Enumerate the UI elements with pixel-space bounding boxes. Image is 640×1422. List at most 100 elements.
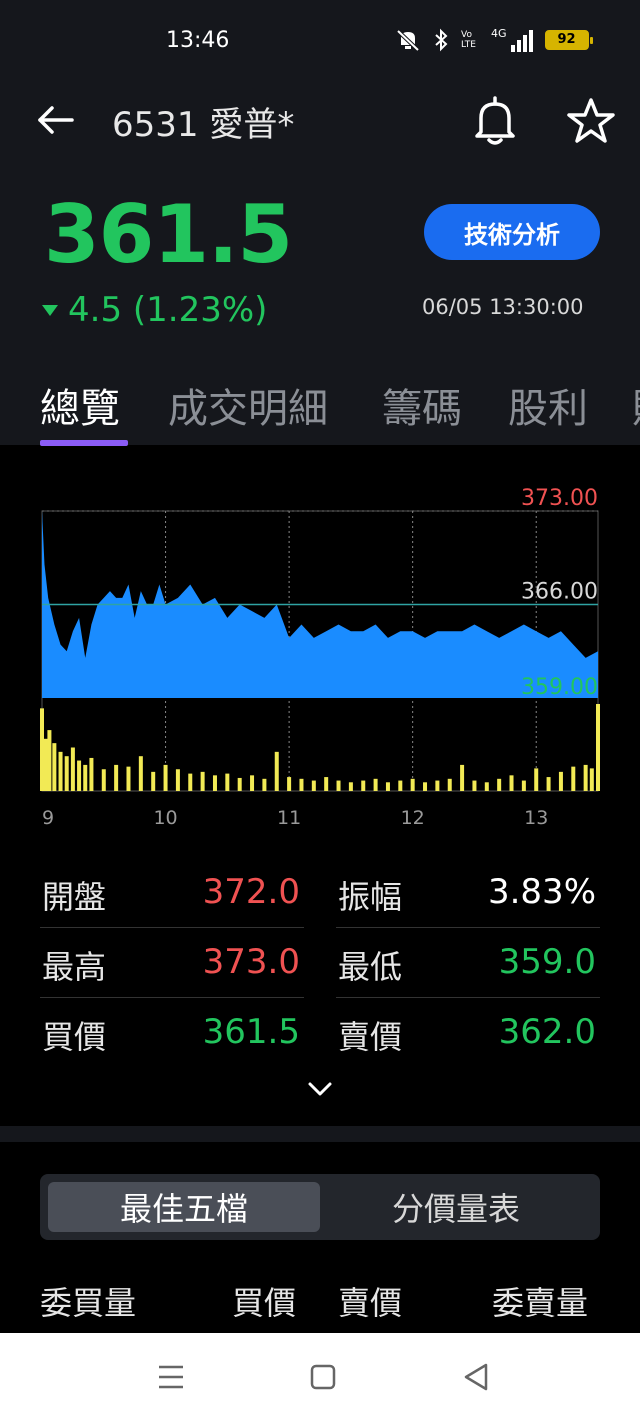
volume-bar [571, 766, 576, 791]
volume-bar [423, 782, 428, 791]
volume-bar [596, 704, 600, 791]
volume-bar [40, 708, 44, 791]
price-change-text: 4.5 (1.23%) [68, 290, 268, 330]
x-tick-label: 11 [277, 807, 301, 829]
volume-bar [287, 777, 292, 791]
volume-bar [188, 773, 193, 791]
volume-bar [126, 766, 131, 791]
volume-bar [410, 778, 415, 791]
volume-bar [83, 764, 88, 791]
volume-bar [212, 775, 217, 791]
volume-bar [200, 771, 205, 791]
technical-analysis-button[interactable]: 技術分析 [424, 204, 600, 260]
volume-bar [151, 771, 156, 791]
stat-value: 362.0 [498, 1012, 596, 1052]
volume-bar [114, 764, 119, 791]
back-triangle-icon[interactable] [460, 1357, 490, 1397]
volume-bar [589, 768, 594, 791]
intraday-chart[interactable]: 373.00 366.00 359.00 9 10 11 12 13 [0, 446, 640, 836]
volume-bar [225, 773, 230, 791]
volume-bar [324, 777, 329, 791]
stat-bid: 買價 361.5 [40, 1000, 304, 1068]
tab-overview[interactable]: 總覽 [40, 376, 120, 434]
volume-bar [250, 775, 255, 791]
volume-bar [435, 780, 440, 791]
system-nav-bar [0, 1333, 640, 1422]
current-price: 361.5 [44, 188, 293, 281]
volume-bar [484, 782, 489, 791]
volume-bar [237, 777, 242, 791]
volume-bar [509, 775, 514, 791]
volume-bar [558, 771, 563, 791]
tab-chips[interactable]: 籌碼 [382, 376, 462, 434]
volume-bar [497, 778, 502, 791]
home-square-icon[interactable] [308, 1357, 338, 1397]
volume-bar [70, 747, 75, 791]
quote-timestamp: 06/05 13:30:00 [422, 295, 584, 319]
volume-bar [311, 780, 316, 791]
x-tick-label: 12 [401, 807, 425, 829]
volume-bar [534, 768, 539, 791]
volume-bars [40, 704, 600, 791]
stat-label: 振幅 [338, 878, 403, 916]
volume-bar [175, 769, 180, 791]
header-ask-volume: 委賣量 [492, 1284, 589, 1322]
network-type-label: 4G [491, 27, 507, 40]
volume-bar [373, 778, 378, 791]
intraday-chart-svg: 373.00 366.00 359.00 9 10 11 12 13 [40, 486, 600, 829]
signal-bar-3 [522, 35, 527, 52]
status-icons: Vo LTE 4G 92 [395, 27, 593, 52]
stat-amplitude: 振幅 3.83% [336, 860, 600, 928]
x-tick-label: 9 [42, 807, 54, 829]
volume-bar [262, 778, 267, 791]
volume-bar [348, 782, 353, 791]
x-tick-label: 10 [153, 807, 177, 829]
stat-label: 買價 [42, 1018, 107, 1056]
volume-bar [43, 738, 48, 791]
segment-best-five[interactable]: 最佳五檔 [48, 1182, 320, 1232]
back-arrow-icon[interactable] [36, 100, 76, 140]
volume-bar [472, 780, 477, 791]
status-time: 13:46 [166, 28, 230, 53]
stat-value: 361.5 [202, 1012, 300, 1052]
mute-icon [396, 29, 420, 52]
volte-icon: Vo LTE [461, 30, 476, 50]
menu-icon[interactable] [156, 1357, 186, 1397]
tab-dividend[interactable]: 股利 [508, 376, 588, 434]
signal-bar-1 [510, 45, 515, 52]
stat-label: 最高 [42, 948, 107, 986]
volume-bar [583, 764, 588, 791]
section-divider [0, 1126, 640, 1142]
stat-value: 373.0 [202, 942, 300, 982]
stock-name: 6531 愛普* [112, 105, 295, 145]
stat-label: 最低 [338, 948, 403, 986]
volume-bar [398, 780, 403, 791]
volume-bar [163, 764, 168, 791]
volume-bar [77, 760, 82, 791]
stat-value: 3.83% [487, 872, 596, 912]
volume-bar [361, 780, 366, 791]
stat-label: 開盤 [42, 878, 107, 916]
stat-ask: 賣價 362.0 [336, 1000, 600, 1068]
volume-bar [47, 730, 52, 791]
x-ticks: 9 10 11 12 13 [42, 807, 548, 829]
volume-bar [521, 780, 526, 791]
star-icon[interactable] [566, 96, 616, 146]
signal-bar-4 [528, 30, 533, 52]
stat-open: 開盤 372.0 [40, 860, 304, 928]
volume-bar [447, 778, 452, 791]
volume-bar [89, 757, 94, 791]
tab-trade-details[interactable]: 成交明細 [168, 376, 328, 434]
header-ask-price: 賣價 [338, 1284, 403, 1322]
header-bid-volume: 委買量 [40, 1284, 137, 1322]
tab-financials[interactable]: 財 [632, 376, 640, 434]
stat-low: 最低 359.0 [336, 930, 600, 998]
bell-icon[interactable] [472, 96, 518, 146]
chevron-down-icon[interactable] [306, 1075, 334, 1103]
segment-price-volume[interactable]: 分價量表 [320, 1182, 592, 1232]
volume-bar [52, 743, 57, 791]
stat-label: 賣價 [338, 1018, 403, 1056]
volume-bar [336, 780, 341, 791]
down-triangle-icon [42, 304, 58, 316]
volume-bar [546, 777, 551, 791]
